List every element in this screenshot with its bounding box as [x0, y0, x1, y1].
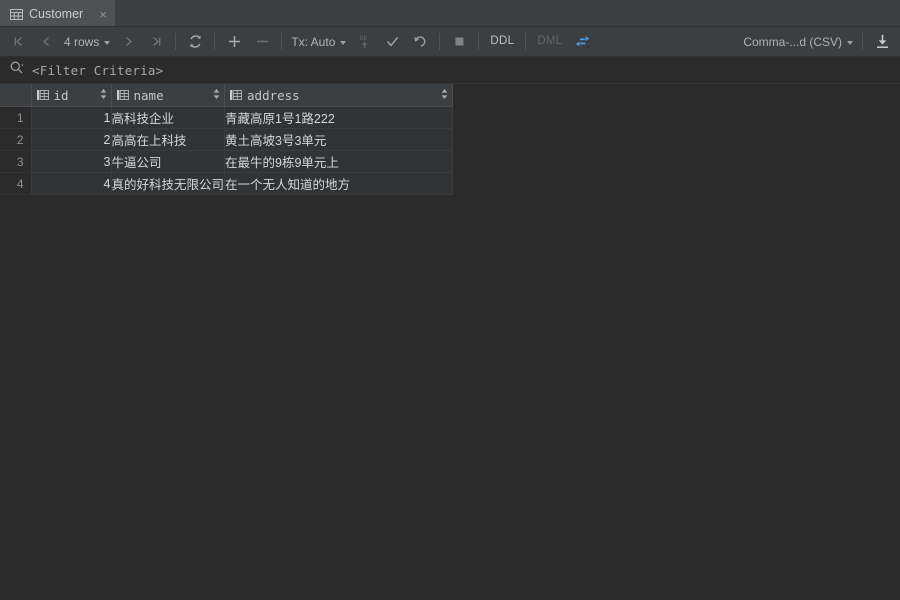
column-key-icon — [36, 89, 50, 102]
editor-tab-bar: Customer × — [0, 0, 900, 27]
cell-address[interactable]: 黄土高坡3号3单元 — [224, 128, 454, 151]
table-row[interactable]: 4 4 真的好科技无限公司 在一个无人知道的地方 — [0, 172, 454, 195]
column-header-label: name — [133, 87, 164, 103]
last-page-button[interactable] — [142, 31, 170, 53]
ddl-button[interactable]: DDL — [484, 31, 520, 53]
first-page-button[interactable] — [4, 31, 32, 53]
commit-icon[interactable] — [378, 31, 406, 53]
toolbar-separator — [439, 33, 441, 50]
result-grid: id name address 1 1 高科技企业 青藏高原1号1路222 2 … — [0, 84, 900, 195]
table-body: 1 1 高科技企业 青藏高原1号1路222 2 2 高高在上科技 黄土高坡3号3… — [0, 106, 454, 195]
table-row[interactable]: 2 2 高高在上科技 黄土高坡3号3单元 — [0, 128, 454, 151]
cell-address[interactable]: 在一个无人知道的地方 — [224, 172, 454, 195]
cell-address[interactable]: 青藏高原1号1路222 — [224, 106, 454, 129]
chevron-down-icon — [104, 40, 111, 45]
column-icon — [116, 89, 130, 102]
add-row-button[interactable] — [220, 31, 248, 53]
cell-id[interactable]: 4 — [31, 172, 112, 195]
export-format-selector[interactable]: Comma-...d (CSV) — [739, 31, 857, 53]
cell-id[interactable]: 2 — [31, 128, 112, 151]
column-header-label: address — [247, 87, 300, 103]
next-page-button[interactable] — [114, 31, 142, 53]
result-table: id name address 1 1 高科技企业 青藏高原1号1路222 2 … — [0, 84, 454, 195]
toolbar-separator — [281, 33, 283, 50]
sort-indicator-icon[interactable] — [213, 88, 220, 103]
row-number: 3 — [0, 150, 32, 173]
transaction-mode-selector[interactable]: Tx: Auto — [287, 31, 350, 53]
table-header-row: id name address — [0, 84, 454, 107]
chevron-down-icon — [340, 40, 347, 45]
table-row[interactable]: 1 1 高科技企业 青藏高原1号1路222 — [0, 106, 454, 129]
transaction-mode-label: Tx: Auto — [291, 34, 336, 49]
chevron-down-icon — [847, 40, 853, 45]
column-header-label: id — [53, 87, 69, 103]
row-count-label: 4 rows — [64, 34, 100, 49]
dml-button[interactable]: DML — [531, 31, 568, 53]
revert-icon[interactable] — [406, 31, 434, 53]
sort-indicator-icon[interactable] — [441, 88, 448, 103]
cell-name[interactable]: 真的好科技无限公司 — [111, 172, 226, 195]
table-grid-icon — [10, 8, 23, 21]
prev-page-button[interactable] — [32, 31, 60, 53]
toolbar-separator — [478, 33, 480, 50]
row-number-header — [0, 84, 32, 107]
close-icon[interactable]: × — [99, 8, 107, 21]
toolbar-separator — [214, 33, 216, 50]
sort-indicator-icon[interactable] — [100, 88, 107, 103]
svg-text:bb: bb — [360, 35, 368, 42]
toolbar-separator — [175, 33, 177, 50]
grid-toolbar: 4 rows Tx: Auto bb DDL DML Comma-...d (C… — [0, 27, 900, 57]
cell-id[interactable]: 1 — [31, 106, 112, 129]
remove-row-button[interactable] — [248, 31, 276, 53]
data-extractor-icon[interactable] — [568, 31, 596, 53]
row-number: 4 — [0, 172, 32, 195]
cancel-icon[interactable] — [445, 31, 473, 53]
cell-name[interactable]: 高高在上科技 — [111, 128, 226, 151]
row-count-selector[interactable]: 4 rows — [60, 31, 114, 53]
cell-id[interactable]: 3 — [31, 150, 112, 173]
cell-name[interactable]: 高科技企业 — [111, 106, 226, 129]
export-icon[interactable] — [868, 31, 896, 53]
table-header: id name address — [0, 84, 454, 107]
table-row[interactable]: 3 3 牛逼公司 在最牛的9栋9单元上 — [0, 150, 454, 173]
search-icon[interactable] — [9, 60, 24, 80]
submit-db-icon[interactable]: bb — [350, 31, 378, 53]
cell-name[interactable]: 牛逼公司 — [111, 150, 226, 173]
reload-icon[interactable] — [181, 31, 209, 53]
toolbar-separator — [525, 33, 527, 50]
column-header-id[interactable]: id — [31, 84, 112, 107]
filter-bar[interactable]: <Filter Criteria> — [0, 57, 900, 84]
column-header-name[interactable]: name — [111, 84, 226, 107]
tab-customer[interactable]: Customer × — [0, 0, 115, 26]
column-header-address[interactable]: address — [224, 84, 454, 107]
row-number: 1 — [0, 106, 32, 129]
cell-address[interactable]: 在最牛的9栋9单元上 — [224, 150, 454, 173]
column-icon — [230, 89, 243, 102]
toolbar-separator — [862, 33, 863, 50]
tab-label: Customer — [29, 7, 84, 21]
export-format-label: Comma-...d (CSV) — [743, 34, 842, 49]
filter-criteria-input[interactable]: <Filter Criteria> — [32, 63, 163, 78]
row-number: 2 — [0, 128, 32, 151]
